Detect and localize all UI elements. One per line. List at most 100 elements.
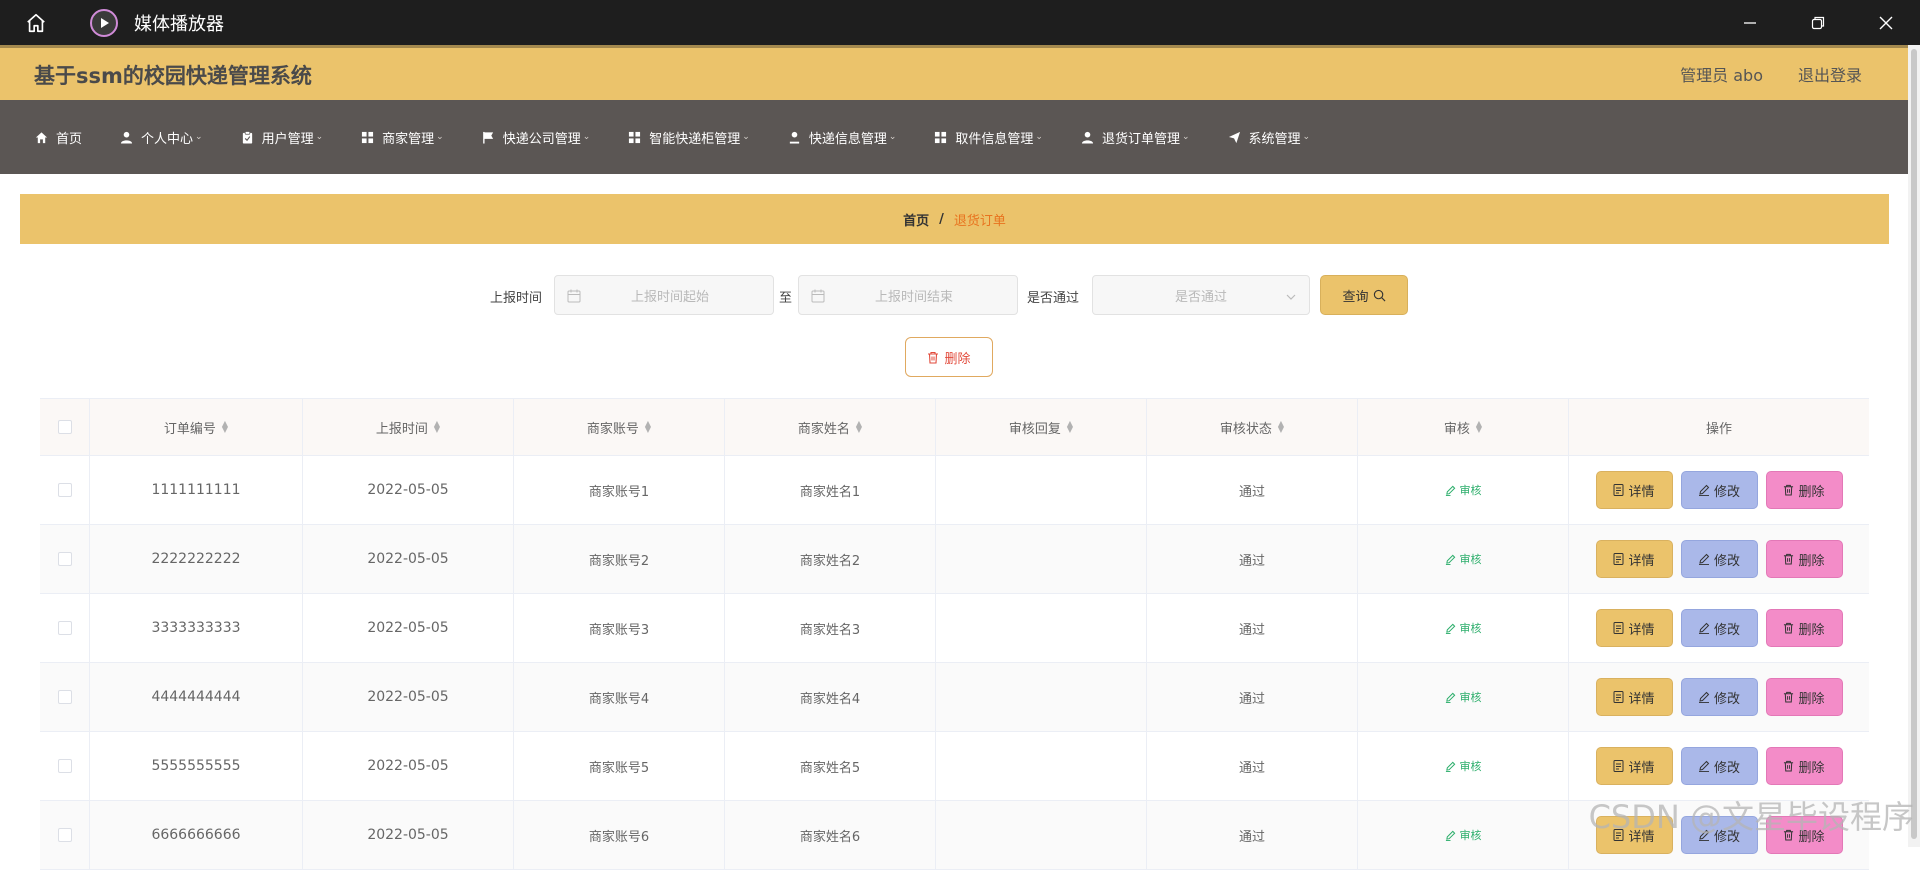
cell-actions: 详情 修改 删除 — [1569, 594, 1869, 662]
sort-icon[interactable]: ▲ ▼ — [856, 420, 862, 434]
trash-icon — [1783, 484, 1794, 496]
column-header-audit[interactable]: 审核 ▲ ▼ — [1358, 399, 1569, 455]
nav-item-merchant-management[interactable]: 商家管理 ⌄ — [361, 128, 444, 147]
calendar-icon — [567, 288, 581, 303]
row-checkbox[interactable] — [57, 828, 72, 842]
document-icon — [1613, 553, 1624, 565]
report-time-end-input[interactable]: 上报时间结束 — [798, 275, 1018, 315]
audit-link[interactable]: 审核 — [1445, 827, 1482, 843]
detail-button[interactable]: 详情 — [1595, 471, 1673, 509]
restore-button[interactable] — [1784, 0, 1852, 45]
column-header-merchant-account[interactable]: 商家账号 ▲ ▼ — [514, 399, 725, 455]
user-icon — [1081, 131, 1094, 144]
sort-icon[interactable]: ▲ ▼ — [434, 420, 440, 434]
search-icon — [1373, 289, 1386, 302]
batch-delete-label: 删除 — [944, 351, 971, 367]
breadcrumb-separator: / — [939, 211, 944, 227]
audit-link[interactable]: 审核 — [1445, 482, 1482, 498]
column-title: 商家姓名 — [797, 421, 850, 437]
trash-icon — [1783, 622, 1794, 634]
table-row: 1111111111 2022-05-05 商家账号1 商家姓名1 通过 审核 详情 修改 删除 — [40, 456, 1869, 525]
row-checkbox[interactable] — [57, 621, 72, 635]
document-icon — [1613, 691, 1624, 703]
nav-item-courier-info-management[interactable]: 快递信息管理 ⌄ — [788, 128, 897, 147]
chevron-down-icon: ⌄ — [888, 132, 897, 142]
audit-link-label: 审核 — [1459, 622, 1482, 635]
edit-button[interactable]: 修改 — [1680, 540, 1758, 578]
cell-merchant-name: 商家姓名2 — [725, 525, 936, 593]
edit-button[interactable]: 修改 — [1680, 471, 1758, 509]
sort-icon[interactable]: ▲ ▼ — [645, 420, 651, 434]
audit-link[interactable]: 审核 — [1445, 620, 1482, 636]
edit-button[interactable]: 修改 — [1680, 609, 1758, 647]
detail-button[interactable]: 详情 — [1595, 678, 1673, 716]
audit-link[interactable]: 审核 — [1445, 758, 1482, 774]
cell-report-time: 2022-05-05 — [303, 456, 514, 524]
nav-item-return-order-management[interactable]: 退货订单管理 ⌄ — [1081, 128, 1190, 147]
delete-button[interactable]: 删除 — [1765, 678, 1843, 716]
nav-item-pickup-info-management[interactable]: 取件信息管理 ⌄ — [934, 128, 1043, 147]
sort-icon[interactable]: ▲ ▼ — [1067, 420, 1073, 434]
close-button[interactable] — [1852, 0, 1920, 45]
delete-button[interactable]: 删除 — [1765, 540, 1843, 578]
delete-button[interactable]: 删除 — [1765, 747, 1843, 785]
logout-link[interactable]: 退出登录 — [1798, 62, 1862, 86]
column-header-report-time[interactable]: 上报时间 ▲ ▼ — [303, 399, 514, 455]
select-all-checkbox[interactable] — [57, 420, 72, 434]
cell-report-time: 2022-05-05 — [303, 732, 514, 800]
detail-button[interactable]: 详情 — [1595, 609, 1673, 647]
user-icon — [120, 131, 133, 144]
edit-button-label: 修改 — [1713, 622, 1740, 638]
delete-button[interactable]: 删除 — [1765, 471, 1843, 509]
batch-delete-button[interactable]: 删除 — [905, 337, 993, 377]
document-icon — [1613, 622, 1624, 634]
sort-icon[interactable]: ▲ ▼ — [1476, 420, 1482, 434]
nav-label: 商家管理 — [382, 131, 435, 147]
audit-link[interactable]: 审核 — [1445, 551, 1482, 567]
page-scrollbar[interactable] — [1908, 45, 1920, 847]
audit-link[interactable]: 审核 — [1445, 689, 1482, 705]
scrollbar-thumb[interactable] — [1911, 49, 1917, 839]
nav-item-home[interactable]: 首页 — [35, 128, 82, 147]
detail-button[interactable]: 详情 — [1595, 747, 1673, 785]
column-title: 审核回复 — [1008, 421, 1061, 437]
report-time-start-input[interactable]: 上报时间起始 — [554, 275, 774, 315]
home-icon[interactable] — [18, 0, 54, 45]
cell-order-no: 6666666666 — [90, 801, 303, 869]
nav-item-personal-center[interactable]: 个人中心 ⌄ — [120, 128, 203, 147]
query-button[interactable]: 查询 — [1320, 275, 1408, 315]
cell-report-time: 2022-05-05 — [303, 525, 514, 593]
edit-button[interactable]: 修改 — [1680, 678, 1758, 716]
cell-audit-reply — [936, 732, 1147, 800]
trash-icon — [1783, 553, 1794, 565]
cell-audit-reply — [936, 525, 1147, 593]
column-header-merchant-name[interactable]: 商家姓名 ▲ ▼ — [725, 399, 936, 455]
nav-item-user-management[interactable]: 用户管理 ⌄ — [241, 128, 323, 147]
table-row: 5555555555 2022-05-05 商家账号5 商家姓名5 通过 审核 详情 修改 删除 — [40, 732, 1869, 801]
column-header-order-no[interactable]: 订单编号 ▲ ▼ — [90, 399, 303, 455]
nav-item-courier-company-management[interactable]: 快递公司管理 ⌄ — [482, 128, 590, 147]
cell-actions: 详情 修改 删除 — [1569, 663, 1869, 731]
sort-icon[interactable]: ▲ ▼ — [1278, 420, 1284, 434]
detail-button[interactable]: 详情 — [1595, 540, 1673, 578]
media-player-titlebar: 媒体播放器 — [0, 0, 1920, 45]
breadcrumb-home[interactable]: 首页 — [903, 210, 929, 229]
column-header-audit-reply[interactable]: 审核回复 ▲ ▼ — [936, 399, 1147, 455]
edit-icon — [1445, 554, 1456, 565]
row-checkbox[interactable] — [57, 690, 72, 704]
delete-button[interactable]: 删除 — [1765, 609, 1843, 647]
edit-button[interactable]: 修改 — [1680, 747, 1758, 785]
nav-item-smart-locker-management[interactable]: 智能快递柜管理 ⌄ — [628, 128, 750, 147]
end-placeholder: 上报时间结束 — [874, 289, 953, 305]
row-checkbox[interactable] — [57, 483, 72, 497]
pass-select[interactable]: 是否通过 — [1092, 275, 1310, 315]
detail-button-label: 详情 — [1628, 484, 1655, 500]
table-header: 订单编号 ▲ ▼ 上报时间 ▲ ▼ 商家账号 ▲ ▼ 商家姓名 ▲ ▼ 审核回复 ▲ ▼ 审核状态 ▲… — [40, 399, 1869, 456]
nav-item-system-management[interactable]: 系统管理 ⌄ — [1228, 128, 1310, 147]
sort-icon[interactable]: ▲ ▼ — [222, 420, 228, 434]
minimize-button[interactable] — [1716, 0, 1784, 45]
column-header-audit-status[interactable]: 审核状态 ▲ ▼ — [1147, 399, 1358, 455]
row-checkbox[interactable] — [57, 552, 72, 566]
user-icon — [788, 131, 801, 144]
row-checkbox[interactable] — [57, 759, 72, 773]
